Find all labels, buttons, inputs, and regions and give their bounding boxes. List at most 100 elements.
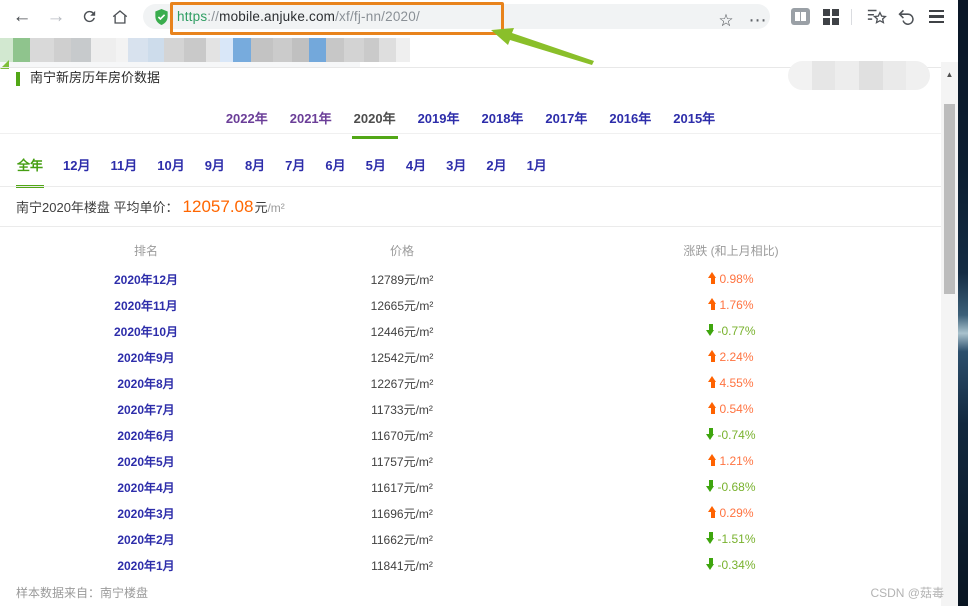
month-link[interactable]: 2020年11月 — [114, 299, 177, 313]
censored-block — [184, 38, 206, 62]
rank-cell: 2020年8月 — [16, 375, 276, 392]
censored-block — [220, 38, 233, 62]
month-tab-9月[interactable]: 9月 — [204, 153, 226, 188]
month-link[interactable]: 2020年5月 — [117, 455, 174, 469]
scrollbar[interactable]: ▲ — [941, 62, 958, 606]
watermark: CSDN @菇毒 — [870, 584, 944, 601]
up-arrow-icon — [708, 298, 717, 310]
rank-cell: 2020年1月 — [16, 557, 276, 574]
refresh-button[interactable] — [75, 0, 103, 33]
censored-block — [906, 61, 930, 90]
change-percent: -0.77% — [717, 324, 755, 338]
censored-bookmarks — [0, 38, 410, 62]
month-link[interactable]: 2020年1月 — [117, 559, 174, 573]
month-link[interactable]: 2020年2月 — [117, 533, 174, 547]
change-value: -0.74% — [528, 428, 934, 442]
home-button[interactable] — [106, 0, 134, 33]
table-row: 2020年1月11841元/m²-0.34% — [16, 552, 934, 578]
header-price: 价格 — [276, 242, 528, 259]
censored-block — [128, 38, 148, 62]
year-tab-2021年[interactable]: 2021年 — [288, 106, 334, 139]
change-value: -1.51% — [528, 532, 934, 546]
change-percent: 4.55% — [719, 376, 753, 390]
censored-block — [835, 61, 859, 90]
censored-block — [292, 38, 309, 62]
change-percent: -1.51% — [717, 532, 755, 546]
month-link[interactable]: 2020年7月 — [117, 403, 174, 417]
table-row: 2020年9月12542元/m²2.24% — [16, 344, 934, 370]
table-row: 2020年7月 11733元/m² 0.54% — [16, 396, 934, 422]
month-tab-5月[interactable]: 5月 — [365, 153, 387, 188]
year-tab-2015年[interactable]: 2015年 — [671, 106, 717, 139]
rank-cell: 2020年7月 — [16, 401, 276, 418]
month-link[interactable]: 2020年10月 — [114, 325, 178, 339]
scrollbar-thumb[interactable] — [944, 104, 955, 294]
desktop-wallpaper — [958, 0, 968, 606]
security-shield-icon — [154, 9, 169, 25]
price-unit-per: /m² — [267, 201, 284, 215]
price-value: 11617元/m² — [276, 479, 528, 496]
month-tab-6月[interactable]: 6月 — [324, 153, 346, 188]
month-tab-全年[interactable]: 全年 — [16, 153, 44, 188]
reading-list-icon[interactable] — [786, 0, 814, 33]
month-tab-7月[interactable]: 7月 — [284, 153, 306, 188]
price-value: 11733元/m² — [276, 401, 528, 418]
table-row: 2020年11月12665元/m²1.76% — [16, 292, 934, 318]
censored-block — [273, 38, 292, 62]
summary-label: 南宁2020年楼盘 平均单价： — [16, 197, 179, 216]
censored-block — [164, 38, 184, 62]
price-value: 12267元/m² — [276, 375, 528, 392]
change-percent: 0.54% — [719, 402, 753, 416]
toolbar-divider — [851, 9, 852, 25]
undo-icon[interactable] — [892, 0, 920, 33]
change-value: 0.98% — [528, 272, 934, 286]
up-arrow-icon — [708, 350, 717, 362]
up-arrow-icon — [708, 272, 717, 284]
year-tab-2022年[interactable]: 2022年 — [224, 106, 270, 139]
year-tab-2019年[interactable]: 2019年 — [416, 106, 462, 139]
year-tab-2018年[interactable]: 2018年 — [480, 106, 526, 139]
change-percent: 1.21% — [719, 454, 753, 468]
month-link[interactable]: 2020年4月 — [117, 481, 174, 495]
table-row: 2020年4月 11617元/m²-0.68% — [16, 474, 934, 500]
month-link[interactable]: 2020年3月 — [117, 507, 174, 521]
censored-block — [251, 38, 273, 62]
table-row: 2020年2月11662元/m²-1.51% — [16, 526, 934, 552]
change-percent: 0.98% — [719, 272, 753, 286]
address-bar[interactable]: https://mobile.anjuke.com/xf/fj-nn/2020/… — [143, 4, 770, 29]
menu-icon[interactable] — [922, 0, 950, 33]
year-tab-2020年[interactable]: 2020年 — [352, 106, 398, 139]
forward-button[interactable]: → — [42, 0, 70, 33]
year-tab-2017年[interactable]: 2017年 — [543, 106, 589, 139]
table-body: 2020年12月12789元/m²0.98%2020年11月12665元/m²1… — [16, 266, 934, 578]
month-tab-8月[interactable]: 8月 — [244, 153, 266, 188]
month-tab-4月[interactable]: 4月 — [405, 153, 427, 188]
month-link[interactable]: 2020年6月 — [117, 429, 174, 443]
year-tab-2016年[interactable]: 2016年 — [607, 106, 653, 139]
month-link[interactable]: 2020年12月 — [114, 273, 178, 287]
month-tab-2月[interactable]: 2月 — [485, 153, 507, 188]
month-tab-10月[interactable]: 10月 — [156, 153, 185, 188]
change-value: 0.29% — [528, 506, 934, 520]
table-row: 2020年3月11696元/m²0.29% — [16, 500, 934, 526]
month-tab-12月[interactable]: 12月 — [62, 153, 91, 188]
month-link[interactable]: 2020年8月 — [117, 377, 174, 391]
change-value: -0.68% — [528, 480, 934, 494]
censored-block — [91, 38, 116, 62]
scrollbar-up-arrow[interactable]: ▲ — [941, 70, 958, 79]
divider — [0, 133, 941, 134]
month-tab-3月[interactable]: 3月 — [445, 153, 467, 188]
month-tab-11月[interactable]: 11月 — [109, 153, 138, 188]
favorites-list-icon[interactable] — [862, 0, 890, 33]
censored-block — [54, 38, 71, 62]
censored-block — [71, 38, 91, 62]
price-value: 12665元/m² — [276, 297, 528, 314]
apps-grid-icon[interactable] — [817, 0, 845, 33]
price-value: 12542元/m² — [276, 349, 528, 366]
back-button[interactable]: ← — [8, 0, 36, 33]
rank-cell: 2020年9月 — [16, 349, 276, 366]
change-value: 4.55% — [528, 376, 934, 390]
month-link[interactable]: 2020年9月 — [117, 351, 174, 365]
month-tab-1月[interactable]: 1月 — [526, 153, 548, 188]
price-value: 12446元/m² — [276, 323, 528, 340]
